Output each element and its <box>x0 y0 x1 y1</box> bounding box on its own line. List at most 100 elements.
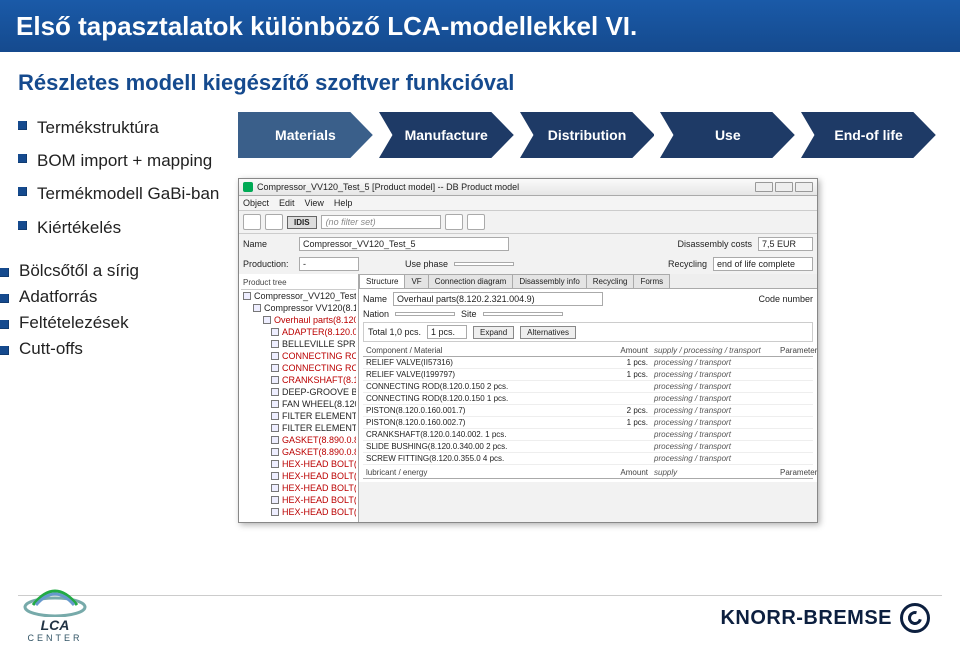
table-row[interactable]: PISTON(8.120.0.160.002.7)1 pcs.processin… <box>363 417 813 429</box>
table-row[interactable]: CONNECTING ROD(8.120.0.150 2 pcs.process… <box>363 381 813 393</box>
tree-item[interactable]: HEX-HEAD BOLT(45 <box>241 470 356 482</box>
tree-item[interactable]: Compressor VV120(8.1.. <box>241 302 356 314</box>
bullet-item: Termékmodell GaBi-ban <box>18 180 228 207</box>
process-stage: Use <box>660 112 795 158</box>
tree-item[interactable]: DEEP-GROOVE BEA <box>241 386 356 398</box>
detail-panel: Structure VF Connection diagram Disassem… <box>359 274 817 522</box>
tree-item[interactable]: GASKET(8.890.0.85 <box>241 434 356 446</box>
tree-item[interactable]: CONNECTING ROD( <box>241 350 356 362</box>
maximize-button[interactable] <box>775 182 793 192</box>
toolbar-button[interactable] <box>445 214 463 230</box>
disassembly-field[interactable]: 7,5 EUR <box>758 237 813 251</box>
tree-item[interactable]: HEX-HEAD BOLT(46 <box>241 494 356 506</box>
nation-label: Nation <box>363 309 389 319</box>
tab-bar: Structure VF Connection diagram Disassem… <box>359 274 817 289</box>
tree-item[interactable]: HEX-HEAD BOLT(46 <box>241 482 356 494</box>
use-phase-field[interactable] <box>454 262 514 266</box>
product-tree[interactable]: Product tree Compressor_VV120_Test_5Comp… <box>239 274 359 522</box>
bullet-item: Bölcsőtől a sírig <box>0 261 228 281</box>
recycling-label: Recycling <box>668 259 707 269</box>
bullet-item: BOM import + mapping <box>18 147 228 174</box>
tab-vf[interactable]: VF <box>404 274 428 288</box>
tree-item[interactable]: Compressor_VV120_Test_5 <box>241 290 356 302</box>
tab-recycling[interactable]: Recycling <box>586 274 635 288</box>
table-row[interactable]: RELIEF VALVE(I199797)1 pcs.processing / … <box>363 369 813 381</box>
components-table: Component / Material Amount supply / pro… <box>363 345 813 479</box>
name-label: Name <box>243 239 293 249</box>
menu-item[interactable]: View <box>305 198 324 208</box>
bullet-icon <box>18 187 27 196</box>
detail-name-field[interactable]: Overhaul parts(8.120.2.321.004.9) <box>393 292 603 306</box>
process-stage: Manufacture <box>379 112 514 158</box>
tree-item[interactable]: Overhaul parts(8.120.2 <box>241 314 356 326</box>
col-parameter2: Parameter <box>777 467 813 478</box>
tree-header: Product tree <box>241 276 356 290</box>
total-unit[interactable]: 1 pcs. <box>427 325 467 339</box>
menu-item[interactable]: Help <box>334 198 353 208</box>
tab-structure[interactable]: Structure <box>359 274 405 288</box>
tree-item[interactable]: HEX-HEAD BOLT(45 <box>241 458 356 470</box>
name-field[interactable]: Compressor_VV120_Test_5 <box>299 237 509 251</box>
col-amount2: Amount <box>597 467 651 478</box>
table-row[interactable]: SLIDE BUSHING(8.120.0.340.00 2 pcs.proce… <box>363 441 813 453</box>
col-lubricant: lubricant / energy <box>363 467 597 478</box>
toolbar: IDIS (no filter set) <box>239 211 817 234</box>
bullet-item: Termékstruktúra <box>18 114 228 141</box>
code-number-label: Code number <box>758 294 813 304</box>
lca-center-logo: LCA CENTER <box>18 577 92 643</box>
toolbar-button[interactable] <box>265 214 283 230</box>
tree-item[interactable]: BELLEVILLE SPRING <box>241 338 356 350</box>
recycling-field[interactable]: end of life complete <box>713 257 813 271</box>
bullet-icon <box>18 121 27 130</box>
filter-input[interactable]: (no filter set) <box>321 215 441 229</box>
app-window: Compressor_VV120_Test_5 [Product model] … <box>238 178 818 523</box>
toolbar-button[interactable] <box>243 214 261 230</box>
bullet-item: Feltételezések <box>0 313 228 333</box>
minimize-button[interactable] <box>755 182 773 192</box>
tab-disassembly[interactable]: Disassembly info <box>512 274 586 288</box>
menu-item[interactable]: Object <box>243 198 269 208</box>
col-supply: supply / processing / transport <box>651 345 777 356</box>
knorr-bremse-logo: KNORR-BREMSE <box>720 603 930 633</box>
table-row[interactable]: CONNECTING ROD(8.120.0.150 1 pcs.process… <box>363 393 813 405</box>
bullet-icon <box>0 268 9 277</box>
tree-item[interactable]: HEX-HEAD BOLT(46 <box>241 506 356 518</box>
bullet-item: Adatforrás <box>0 287 228 307</box>
total-label: Total 1,0 pcs. <box>368 327 421 337</box>
table-row[interactable]: RELIEF VALVE(II57316)1 pcs.processing / … <box>363 357 813 369</box>
expand-button[interactable]: Expand <box>473 326 514 339</box>
alternatives-button[interactable]: Alternatives <box>520 326 576 339</box>
tab-forms[interactable]: Forms <box>633 274 670 288</box>
tab-connection[interactable]: Connection diagram <box>428 274 514 288</box>
field-row: Production: - Use phase Recycling end of… <box>239 254 817 274</box>
tree-item[interactable]: FILTER ELEMENT(8. <box>241 422 356 434</box>
menu-item[interactable]: Edit <box>279 198 295 208</box>
tree-item[interactable]: FILTER ELEMENT(8. <box>241 410 356 422</box>
window-buttons[interactable] <box>755 182 813 192</box>
bullet-icon <box>0 320 9 329</box>
detail-name-label: Name <box>363 294 387 304</box>
table-row[interactable]: CRANKSHAFT(8.120.0.140.002. 1 pcs.proces… <box>363 429 813 441</box>
nation-field[interactable] <box>395 312 455 316</box>
bullet-icon <box>18 221 27 230</box>
col-supply2: supply <box>651 467 777 478</box>
close-button[interactable] <box>795 182 813 192</box>
menubar[interactable]: Object Edit View Help <box>239 196 817 211</box>
table-row[interactable]: SCREW FITTING(8.120.0.355.0 4 pcs.proces… <box>363 453 813 465</box>
process-stage: Materials <box>238 112 373 158</box>
production-field[interactable]: - <box>299 257 359 271</box>
tree-item[interactable]: CONNECTING ROD( <box>241 362 356 374</box>
bullet-icon <box>0 294 9 303</box>
use-phase-label: Use phase <box>405 259 448 269</box>
tree-item[interactable]: CRANKSHAFT(8.120 <box>241 374 356 386</box>
tree-item[interactable]: ADAPTER(8.120.0. <box>241 326 356 338</box>
idis-button[interactable]: IDIS <box>287 216 317 229</box>
app-title-text: Compressor_VV120_Test_5 [Product model] … <box>257 182 519 192</box>
site-field[interactable] <box>483 312 563 316</box>
tree-item[interactable]: FAN WHEEL(8.120. <box>241 398 356 410</box>
bullet-list: Termékstruktúra BOM import + mapping Ter… <box>18 108 228 523</box>
tree-item[interactable]: GASKET(8.890.0.85 <box>241 446 356 458</box>
table-row[interactable]: PISTON(8.120.0.160.001.7)2 pcs.processin… <box>363 405 813 417</box>
slide-header: Első tapasztalatok különböző LCA-modelle… <box>0 0 960 52</box>
toolbar-button[interactable] <box>467 214 485 230</box>
